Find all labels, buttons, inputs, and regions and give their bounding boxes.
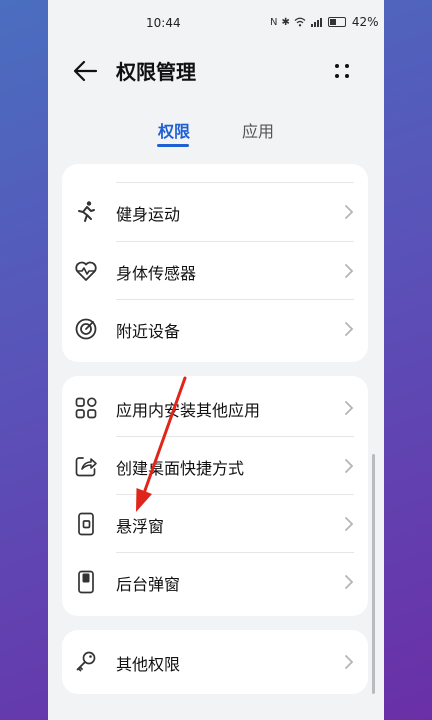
permission-item-label: 其他权限 [116,655,181,674]
permission-item-floating-window[interactable]: 悬浮窗 [62,495,368,553]
nfc-icon: N [270,16,278,28]
battery-percent: 42% [351,15,379,29]
page-title: 权限管理 [116,60,196,84]
permission-item-label: 应用内安装其他应用 [116,401,261,420]
permission-item-label: 悬浮窗 [116,517,165,536]
permission-item-label: 健身运动 [116,205,181,224]
chevron-right-icon [345,264,354,278]
tab-apps[interactable]: 应用 [242,118,274,142]
chevron-right-icon [345,401,354,415]
permission-group-2: 应用内安装其他应用 创建桌面快捷方式 悬浮窗 后台弹窗 [62,376,368,616]
app-grid-icon [75,397,97,419]
permission-group-3: 其他权限 [62,630,368,694]
chevron-right-icon [345,517,354,531]
permission-item-install-apps[interactable]: 应用内安装其他应用 [62,379,368,437]
status-bar: 10:44 N ✱ 42% [48,0,384,46]
status-icons: N ✱ 42% [270,15,379,29]
bluetooth-icon: ✱ [281,16,290,28]
running-icon [78,201,95,222]
scrollbar[interactable] [372,454,375,694]
permission-item-background-popup[interactable]: 后台弹窗 [62,553,368,611]
signal-icon [310,18,322,27]
permission-item-fitness[interactable]: 健身运动 [62,183,368,241]
tab-bar: 权限 应用 [48,112,384,152]
header: 权限管理 [48,46,384,96]
chevron-right-icon [345,322,354,336]
radar-target-icon [75,318,97,340]
tab-indicator [157,144,189,147]
permission-item-label: 身体传感器 [116,264,197,283]
permission-group-1: 健身运动 身体传感器 附近设备 [62,164,368,362]
permission-item-body-sensors[interactable]: 身体传感器 [62,242,368,300]
permission-item-label: 创建桌面快捷方式 [116,459,245,478]
floating-window-icon [78,512,94,536]
permission-item-nearby-devices[interactable]: 附近设备 [62,300,368,358]
arrow-left-icon [73,60,98,82]
heart-pulse-icon [75,261,97,281]
permission-item-other[interactable]: 其他权限 [62,633,368,691]
chevron-right-icon [345,459,354,473]
back-button[interactable] [70,56,102,86]
more-dots-icon [335,64,349,78]
background-popup-icon [78,570,94,594]
battery-icon [327,17,346,27]
permission-item-desktop-shortcut[interactable]: 创建桌面快捷方式 [62,437,368,495]
more-button[interactable] [328,58,356,84]
permission-item-label: 附近设备 [116,322,181,341]
wifi-icon [294,17,306,27]
key-icon [76,651,96,672]
chevron-right-icon [345,575,354,589]
chevron-right-icon [345,205,354,219]
permission-item-label: 后台弹窗 [116,575,181,594]
tab-permissions[interactable]: 权限 [158,118,190,142]
shortcut-share-icon [75,457,97,477]
phone-screen: 10:44 N ✱ 42% 权限管理 权限 应用 健身运动 身体传感器 附近设备… [48,0,384,720]
status-time: 10:44 [146,16,181,30]
chevron-right-icon [345,655,354,669]
